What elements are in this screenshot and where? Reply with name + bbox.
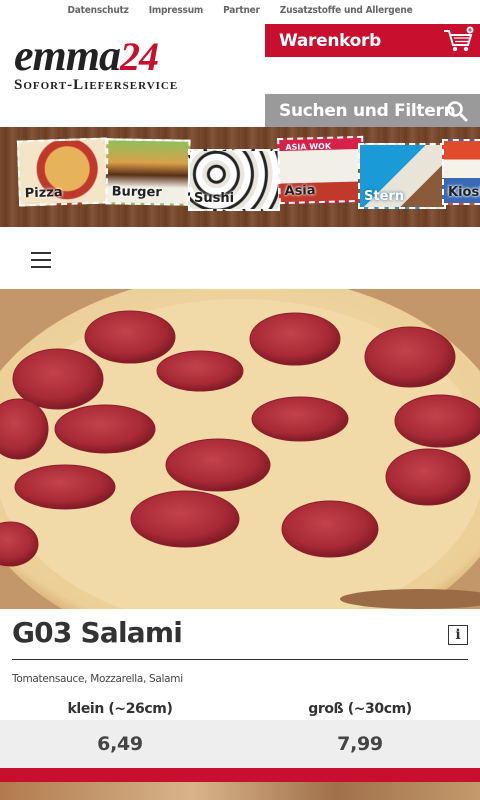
logo[interactable]: emma24 Sofort-Lieferservice <box>14 34 234 94</box>
menu-icon[interactable] <box>31 252 51 268</box>
top-links: Datenschutz Impressum Partner Zusatzstof… <box>0 0 480 22</box>
category-stern[interactable]: Stern <box>358 143 446 209</box>
category-label: Burger <box>111 184 162 201</box>
cart-label: Warenkorb <box>279 30 382 51</box>
product-title: G03 Salami <box>12 616 183 649</box>
next-product-image <box>0 782 480 800</box>
search-label: Suchen und Filtern <box>279 100 456 121</box>
category-strip: Pizza Burger Sushi ASIA WOK Asia Stern K… <box>0 127 480 227</box>
asia-top-label: ASIA WOK <box>285 141 332 152</box>
link-datenschutz[interactable]: Datenschutz <box>68 0 129 22</box>
divider <box>12 659 468 660</box>
category-label: Asia <box>284 183 316 199</box>
category-label: Pizza <box>24 185 63 202</box>
category-kiosk[interactable]: Kiosk <box>442 139 480 205</box>
size-small-label: klein (~26cm) <box>67 701 173 717</box>
shopping-cart-icon <box>444 26 474 52</box>
logo-tagline: Sofort-Lieferservice <box>14 77 179 93</box>
nav-row <box>0 227 480 289</box>
link-allergene[interactable]: Zusatzstoffe und Allergene <box>280 0 413 22</box>
category-label: Sushi <box>194 191 235 206</box>
category-burger[interactable]: Burger <box>105 138 191 206</box>
logo-brand: emma <box>14 31 121 80</box>
logo-number: 24 <box>119 34 159 79</box>
category-asia[interactable]: ASIA WOK Asia <box>277 135 365 205</box>
search-icon <box>447 101 468 122</box>
product-image <box>0 289 480 609</box>
link-impressum[interactable]: Impressum <box>149 0 204 22</box>
category-label: Stern <box>364 189 405 204</box>
price-row: 6,49 7,99 <box>0 720 480 768</box>
price-small-button[interactable]: 6,49 <box>0 720 240 768</box>
size-headers: klein (~26cm) groß (~30cm) <box>0 698 480 720</box>
separator-band <box>0 768 480 782</box>
logo-wordmark: emma24 <box>14 34 234 79</box>
search-filter-button[interactable]: Suchen und Filtern <box>265 94 480 127</box>
pizza-illustration <box>0 289 480 609</box>
size-large-label: groß (~30cm) <box>308 701 412 717</box>
info-button[interactable]: i <box>448 625 468 645</box>
cart-button[interactable]: Warenkorb <box>265 24 480 57</box>
category-pizza[interactable]: Pizza <box>16 137 110 207</box>
price-large-button[interactable]: 7,99 <box>240 720 480 768</box>
category-sushi[interactable]: Sushi <box>188 149 280 211</box>
category-label: Kiosk <box>448 185 480 200</box>
product-description: Tomatensauce, Mozzarella, Salami <box>12 673 183 685</box>
link-partner[interactable]: Partner <box>223 0 260 22</box>
